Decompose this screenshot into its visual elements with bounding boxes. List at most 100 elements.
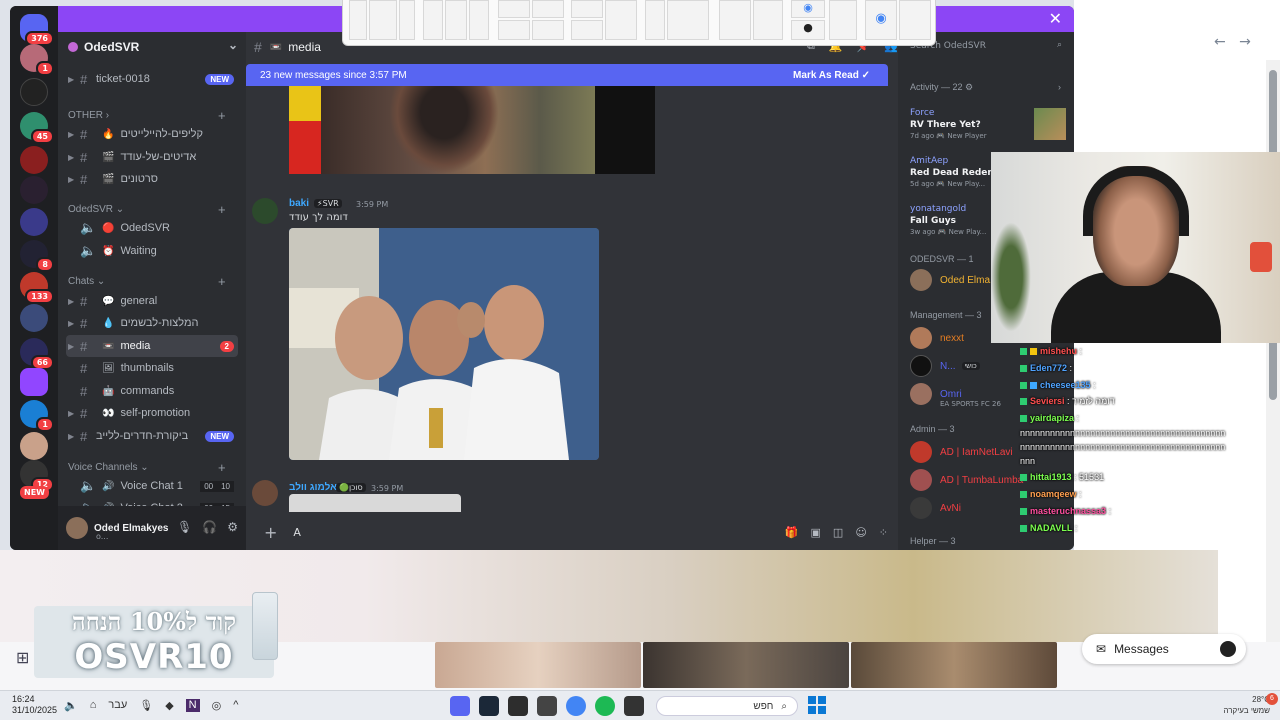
microphone-icon[interactable]: 🎙 <box>177 520 192 534</box>
video-thumbnail[interactable] <box>851 642 1057 688</box>
server-header[interactable]: OdedSVR ⌄ <box>58 32 246 62</box>
chevron-up-icon[interactable]: ^ <box>233 699 238 712</box>
gift-icon[interactable]: 🎁 <box>785 526 799 539</box>
chrome-taskbar-icon[interactable] <box>566 696 586 716</box>
browser-nav-arrows[interactable]: ← → <box>1214 34 1251 50</box>
window-thumb[interactable] <box>719 0 751 40</box>
window-thumb[interactable] <box>753 0 783 40</box>
app-taskbar-icon[interactable] <box>624 696 644 716</box>
spotify-taskbar-icon[interactable] <box>595 696 615 716</box>
clock[interactable]: 16:24 31/10/2025 <box>12 694 57 716</box>
avatar[interactable] <box>66 517 88 539</box>
server-icon[interactable] <box>20 304 48 332</box>
start-button[interactable] <box>808 696 826 714</box>
chrome-icon[interactable]: ◉ <box>791 0 825 18</box>
server-icon[interactable]: 12 <box>20 460 54 492</box>
app-taskbar-icon[interactable] <box>508 696 528 716</box>
video-thumbnail[interactable] <box>643 642 849 688</box>
server-icon[interactable]: 66 <box>20 338 54 370</box>
channel-item[interactable]: ▶ # 🎬 אדיטים-של-עודד <box>66 146 238 168</box>
window-thumb[interactable] <box>571 0 603 18</box>
messages-pill[interactable]: ✉ Messages <box>1082 634 1246 664</box>
weather-widget[interactable]: 28°C שמשי בעיקרה <box>1223 694 1270 716</box>
channel-item[interactable]: ▶ # 💬 general <box>66 290 238 312</box>
close-icon[interactable]: ✕ <box>1049 9 1062 28</box>
sticker-icon[interactable]: ◫ <box>833 526 843 539</box>
window-thumb[interactable] <box>498 0 530 18</box>
gear-icon[interactable]: ⚙ <box>227 520 238 534</box>
add-channel-icon[interactable]: + <box>218 202 226 217</box>
window-thumb[interactable] <box>423 0 443 40</box>
media-image[interactable] <box>289 86 655 174</box>
emoji-icon[interactable]: ☺ <box>855 526 866 539</box>
tray-app-icon[interactable]: ◆ <box>165 699 173 712</box>
avatar[interactable] <box>252 480 278 506</box>
activity-card[interactable]: Force RV There Yet? 7d ago 🎮 New Player <box>910 108 1070 154</box>
server-icon[interactable]: 1 <box>20 400 54 432</box>
window-thumb[interactable] <box>498 20 530 40</box>
window-thumb[interactable] <box>445 0 467 40</box>
app-icon[interactable]: ● <box>791 20 825 40</box>
voice-channel-item[interactable]: 🔈 ⏰ Waiting <box>66 240 238 262</box>
media-image[interactable] <box>289 494 461 512</box>
discord-home-icon[interactable]: 376 <box>20 14 54 46</box>
window-thumb[interactable] <box>532 0 564 18</box>
server-icon[interactable] <box>20 146 48 174</box>
discord-taskbar-icon[interactable] <box>450 696 470 716</box>
activity-header[interactable]: Activity — 22 ⚙ › <box>910 82 1061 93</box>
category-chats[interactable]: Chats ⌄ + <box>68 274 226 289</box>
channel-item[interactable]: ▶ # 🎬 סרטונים <box>66 168 238 190</box>
message-composer[interactable]: + A 🎁 ▣ ◫ ☺ ⁘ <box>256 518 888 546</box>
mark-as-read-button[interactable]: Mark As Read ✓ <box>793 70 870 81</box>
channel-item[interactable]: ▶ # ביקורת-חדרים-ללייב NEW <box>66 425 238 447</box>
app-taskbar-icon[interactable] <box>537 696 557 716</box>
message-author[interactable]: אלמוג וולב <box>289 482 337 493</box>
chrome-icon[interactable]: ◉ <box>865 0 897 40</box>
apps-grid-icon[interactable]: ⊞ <box>16 648 29 667</box>
add-channel-icon[interactable]: + <box>218 460 226 475</box>
server-icon[interactable] <box>20 78 48 106</box>
category-other[interactable]: OTHER › + <box>68 108 226 123</box>
window-thumb[interactable] <box>349 0 367 40</box>
message-author[interactable]: baki <box>289 198 309 209</box>
channel-item[interactable]: ▶ # 💧 המלצות-לבשמים <box>66 312 238 334</box>
composer-text[interactable]: A <box>293 526 301 539</box>
server-icon[interactable]: 133 <box>20 272 54 304</box>
notification-badge[interactable]: 6 <box>1266 693 1278 705</box>
volume-icon[interactable]: 🔈 <box>64 699 78 712</box>
steam-taskbar-icon[interactable] <box>479 696 499 716</box>
channel-item[interactable]: # 🖼 thumbnails <box>66 357 238 379</box>
voice-channel-item[interactable]: 🔈 🔊 Voice Chat 1 00 10 <box>66 475 238 497</box>
video-thumbnail[interactable] <box>435 642 641 688</box>
channel-item[interactable]: # 🤖 commands <box>66 380 238 402</box>
add-channel-icon[interactable]: + <box>218 108 226 123</box>
gif-icon[interactable]: ▣ <box>811 526 821 539</box>
server-icon[interactable] <box>20 432 48 460</box>
window-thumb[interactable] <box>571 20 603 40</box>
window-thumb[interactable] <box>899 0 931 40</box>
apps-icon[interactable]: ⁘ <box>879 526 888 539</box>
channel-item[interactable]: ▶ # 🔥 קליפים-להיילייטים <box>66 123 238 145</box>
headphones-icon[interactable]: 🎧 <box>202 520 217 534</box>
window-thumb[interactable] <box>645 0 665 40</box>
server-icon[interactable] <box>20 176 48 204</box>
microphone-icon[interactable]: 🎙 <box>139 699 153 712</box>
add-channel-icon[interactable]: + <box>218 274 226 289</box>
server-icon[interactable]: 1 <box>20 44 54 76</box>
chevron-down-icon[interactable]: ⌄ <box>228 38 238 52</box>
window-thumb[interactable] <box>605 0 637 40</box>
avatar[interactable] <box>252 198 278 224</box>
channel-item[interactable]: ▶ # 👀 self-promotion <box>66 402 238 424</box>
window-thumb[interactable] <box>829 0 857 40</box>
language-indicator[interactable]: עבר <box>108 699 127 712</box>
window-thumb[interactable] <box>399 0 415 40</box>
voice-channel-item[interactable]: 🔈 🔴 OdedSVR <box>66 217 238 239</box>
twitch-server-icon[interactable] <box>20 368 48 396</box>
add-attachment-icon[interactable]: + <box>264 523 277 542</box>
window-thumb[interactable] <box>369 0 397 40</box>
category-voice[interactable]: Voice Channels ⌄ + <box>68 460 226 475</box>
window-thumb[interactable] <box>532 20 564 40</box>
category-odedsvr[interactable]: OdedSVR ⌄ + <box>68 202 226 217</box>
server-icon[interactable] <box>20 208 48 236</box>
tray-app-icon[interactable]: ◎ <box>212 699 222 712</box>
